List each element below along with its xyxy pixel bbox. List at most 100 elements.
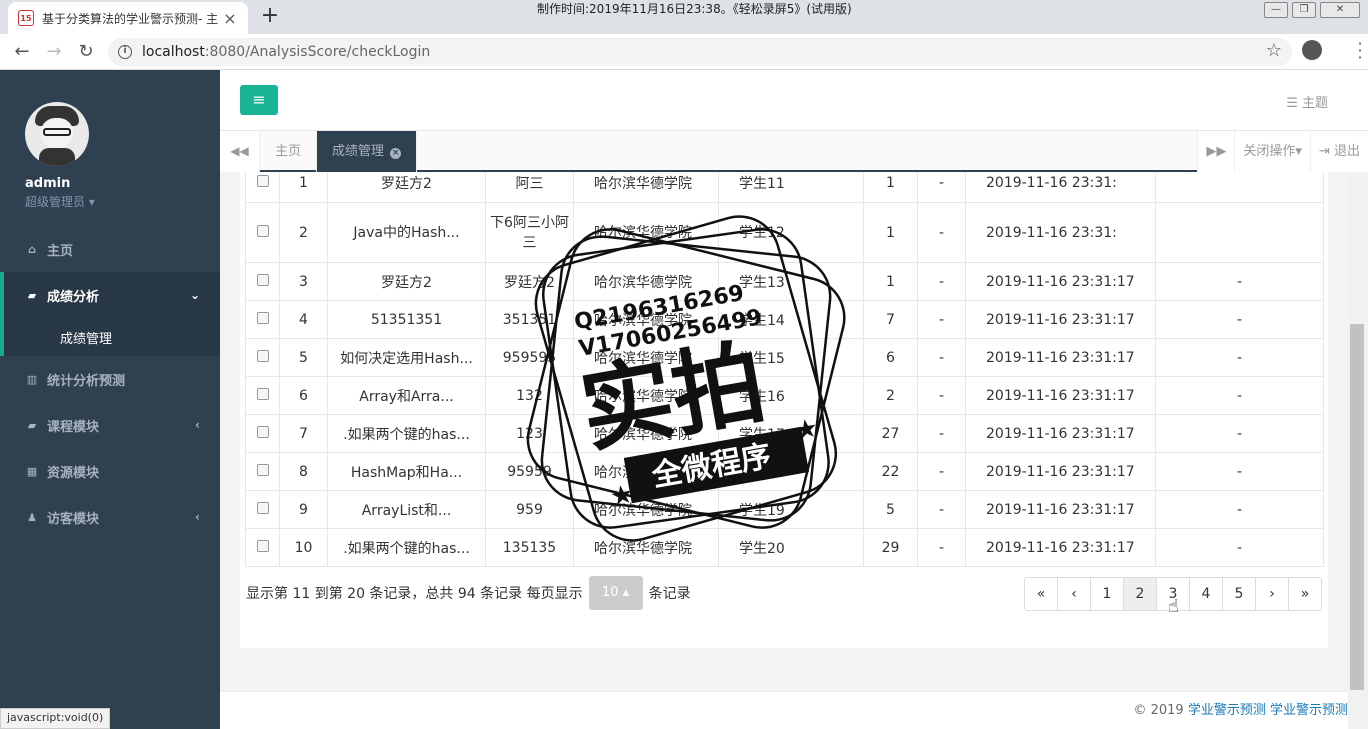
row-checkbox[interactable] xyxy=(256,174,269,187)
row-checkbox[interactable] xyxy=(256,425,269,438)
page-button[interactable]: 5 xyxy=(1222,577,1256,611)
page-button[interactable]: 4 xyxy=(1189,577,1223,611)
menu-toggle-icon[interactable]: ≡ xyxy=(240,85,278,115)
scrollbar-thumb[interactable] xyxy=(1350,324,1364,690)
table-row[interactable]: 6 Array和Arra... 132 哈尔滨华德学院 学生16 2-2019-11-16… xyxy=(245,376,1324,415)
table-row[interactable]: 8 HashMap和Ha... 95959 哈尔滨华德学院 学生18 22-2019-11… xyxy=(245,452,1324,491)
cell-school: 哈尔滨华德学院 xyxy=(573,202,719,263)
sidebar-subitem-score-management[interactable]: 成绩管理 xyxy=(0,318,220,356)
page-scrollbar[interactable] xyxy=(1348,174,1368,729)
theme-label: 主题 xyxy=(1301,96,1328,111)
scroll-right-icon[interactable]: ▶▶ xyxy=(1197,131,1235,172)
row-checkbox[interactable] xyxy=(256,539,269,552)
page-button-current[interactable]: 2 xyxy=(1123,577,1157,611)
cell-last xyxy=(1155,172,1324,203)
minimize-button[interactable]: — xyxy=(1264,2,1288,18)
sidebar-item-label: 统计分析预测 xyxy=(47,373,126,389)
page-first-button[interactable]: « xyxy=(1024,577,1058,611)
back-arrow-icon[interactable]: ← xyxy=(10,40,34,64)
restore-button[interactable]: ❐ xyxy=(1292,2,1316,18)
cell-name: 罗廷方2 xyxy=(327,262,486,301)
tab-score-management[interactable]: 成绩管理 × xyxy=(317,131,418,172)
footer-link[interactable]: 学业警示预测 xyxy=(1270,703,1348,718)
sidebar-item-visitor[interactable]: ♟ 访客模块 ‹ xyxy=(0,494,220,540)
footer-link[interactable]: 学业警示预测 xyxy=(1188,703,1266,718)
cell-no: 4 xyxy=(279,300,328,339)
table-row[interactable]: 9 ArrayList和... 959 哈尔滨华德学院 学生19 5-2019-11-16… xyxy=(245,490,1324,529)
cell-dash: - xyxy=(917,452,966,491)
page-next-button[interactable]: › xyxy=(1255,577,1289,611)
user-role-dropdown[interactable]: 超级管理员 ▾ xyxy=(25,193,195,210)
theme-button[interactable]: ☰ 主题 xyxy=(1286,92,1328,111)
page-button[interactable]: 1 xyxy=(1090,577,1124,611)
logout-button[interactable]: ⇥ 退出 xyxy=(1309,131,1368,172)
cell-no: 3 xyxy=(279,262,328,301)
row-checkbox[interactable] xyxy=(256,224,269,237)
cell-school: 哈尔滨华德学院 xyxy=(573,452,719,491)
avatar[interactable] xyxy=(25,102,89,166)
window-controls: — ❐ ✕ xyxy=(1264,2,1360,18)
cell-no: 8 xyxy=(279,452,328,491)
book-icon: ▰ xyxy=(27,288,37,302)
cell-name: ArrayList和... xyxy=(327,490,486,529)
cell-last: - xyxy=(1155,490,1324,529)
row-checkbox[interactable] xyxy=(256,273,269,286)
cell-dash: - xyxy=(917,300,966,339)
cell-dash: - xyxy=(917,202,966,263)
forward-arrow-icon[interactable]: → xyxy=(42,40,66,64)
browser-tab[interactable]: 15 基于分类算法的学业警示预测- 主 × xyxy=(8,2,248,34)
table-row[interactable]: 1 罗廷方2 阿三 哈尔滨华德学院 学生11 1-2019-11-16 23:31: xyxy=(245,172,1324,203)
row-checkbox[interactable] xyxy=(256,463,269,476)
table-row[interactable]: 5 如何决定选用Hash... 959595 哈尔滨华德学院 学生15 6-2019-11… xyxy=(245,338,1324,377)
tab-home[interactable]: 主页 xyxy=(260,131,318,172)
cell-teacher: 罗廷方2 xyxy=(485,262,574,301)
cell-name: 51351351 xyxy=(327,300,486,339)
table-row[interactable]: 10 .如果两个键的has... 135135 哈尔滨华德学院 学生20 29-2019-… xyxy=(245,528,1324,567)
row-checkbox[interactable] xyxy=(256,349,269,362)
scroll-left-icon[interactable]: ◀◀ xyxy=(220,131,260,172)
close-icon[interactable]: × xyxy=(222,9,238,28)
page-last-button[interactable]: » xyxy=(1288,577,1322,611)
row-checkbox[interactable] xyxy=(256,311,269,324)
table-panel: 1 罗廷方2 阿三 哈尔滨华德学院 学生11 1-2019-11-16 23:31: 2 Ja… xyxy=(240,172,1328,648)
sidebar-item-statistics[interactable]: ▥ 统计分析预测 xyxy=(0,356,220,402)
sidebar-item-score-analysis[interactable]: ▰ 成绩分析 ⌄ xyxy=(0,272,220,318)
user-profile: admin 超级管理员 ▾ xyxy=(0,70,220,226)
table-row[interactable]: 4 51351351 351351 哈尔滨华德学院 学生14 7-2019-11-16 2… xyxy=(245,300,1324,339)
cell-name: 如何决定选用Hash... xyxy=(327,338,486,377)
cell-school: 哈尔滨华德学院 xyxy=(573,376,719,415)
row-checkbox[interactable] xyxy=(256,501,269,514)
cell-no: 5 xyxy=(279,338,328,377)
url-field[interactable]: i localhost:8080/AnalysisScore/checkLogi… xyxy=(108,38,1292,66)
tab-close-icon[interactable]: × xyxy=(390,148,402,159)
sidebar-item-resource[interactable]: ▦ 资源模块 xyxy=(0,448,220,494)
row-checkbox[interactable] xyxy=(256,387,269,400)
bookmark-star-icon[interactable]: ☆ xyxy=(1266,40,1282,61)
cell-school: 哈尔滨华德学院 xyxy=(573,262,719,301)
row-checkbox-cell xyxy=(245,202,280,263)
user-name: admin xyxy=(25,176,71,191)
close-operations-dropdown[interactable]: 关闭操作▾ xyxy=(1234,131,1310,172)
new-tab-button[interactable]: + xyxy=(258,4,282,28)
page-size-dropdown[interactable]: 10 ▴ xyxy=(588,576,643,610)
browser-tab-title: 基于分类算法的学业警示预测- 主 xyxy=(42,11,219,26)
sidebar-item-label: 资源模块 xyxy=(47,465,100,481)
cell-time: 2019-11-16 23:31: xyxy=(965,202,1156,263)
table-row[interactable]: 7 .如果两个键的has... 123 哈尔滨华德学院 学生17 27-2019-11-1… xyxy=(245,414,1324,453)
sidebar: admin 超级管理员 ▾ ⌂ 主页 ▰ 成绩分析 ⌄ 成绩管理 ▥ 统计分析预… xyxy=(0,70,220,729)
sidebar-item-home[interactable]: ⌂ 主页 xyxy=(0,226,220,272)
browser-tab-bar: 15 基于分类算法的学业警示预测- 主 × + 制作时间:2019年11月16日… xyxy=(0,0,1368,34)
address-bar: ← → ↻ i localhost:8080/AnalysisScore/che… xyxy=(0,34,1368,70)
reload-icon[interactable]: ↻ xyxy=(74,40,98,64)
table-row[interactable]: 2 Java中的Hash... 下6阿三小阿三 哈尔滨华德学院 学生12 1-2019-1… xyxy=(245,202,1324,263)
window-close-button[interactable]: ✕ xyxy=(1320,2,1360,18)
page-prev-button[interactable]: ‹ xyxy=(1057,577,1091,611)
sidebar-item-course[interactable]: ▰ 课程模块 ‹ xyxy=(0,402,220,448)
profile-icon[interactable] xyxy=(1302,40,1322,60)
table-row[interactable]: 3 罗廷方2 罗廷方2 哈尔滨华德学院 学生13 1-2019-11-16 23:31:1… xyxy=(245,262,1324,301)
info-icon[interactable]: i xyxy=(118,45,132,59)
cell-last: - xyxy=(1155,452,1324,491)
cell-teacher: 阿三 xyxy=(485,172,574,203)
logout-label: 退出 xyxy=(1333,144,1360,159)
more-menu-icon[interactable]: · · · xyxy=(1356,36,1364,66)
